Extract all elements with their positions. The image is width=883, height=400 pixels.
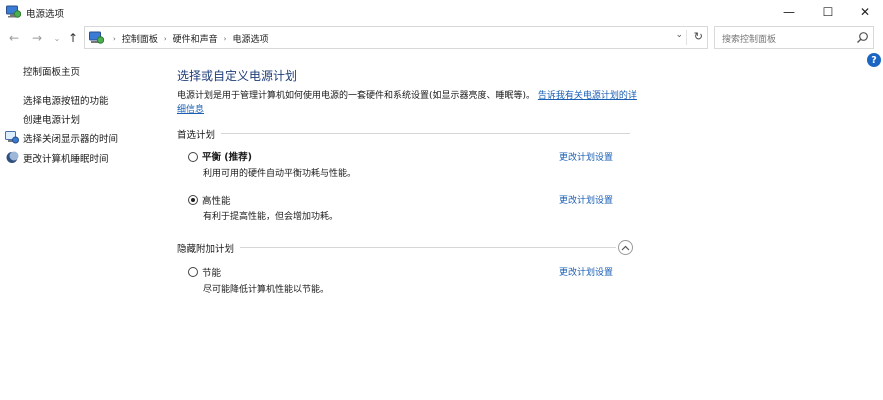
preferred-plans-heading: 首选计划 [177, 130, 216, 141]
help-icon[interactable]: ? [867, 53, 881, 67]
address-dropdown-icon[interactable]: ⌄ [675, 30, 683, 40]
plan-radio-balanced[interactable] [188, 152, 198, 162]
breadcrumb-power-options[interactable]: 电源选项 [232, 32, 268, 45]
refresh-icon[interactable]: ↻ [694, 30, 703, 43]
change-plan-settings-high-performance[interactable]: 更改计划设置 [559, 193, 613, 206]
page-description: 电源计划是用于管理计算机如何使用电源的一套硬件和系统设置(如显示器亮度、睡眠等)… [177, 89, 637, 117]
breadcrumb-separator: › [113, 34, 116, 43]
address-bar: ← → ⌄ ↑ › 控制面板 › 硬件和声音 › 电源选项 ⌄ ↻ 搜索控制面板 [0, 26, 883, 50]
page-title: 选择或自定义电源计划 [177, 69, 298, 83]
moon-icon [6, 151, 19, 163]
window-title: 电源选项 [26, 9, 65, 20]
power-options-icon [6, 5, 21, 18]
search-placeholder: 搜索控制面板 [722, 35, 777, 45]
sidebar-item-display-off[interactable]: 选择关闭显示器的时间 [23, 131, 118, 145]
chevron-up-icon [621, 245, 630, 250]
address-box[interactable]: › 控制面板 › 硬件和声音 › 电源选项 ⌄ ↻ [84, 26, 708, 49]
plan-name-power-saver[interactable]: 节能 [202, 265, 221, 279]
collapse-hidden-plans-button[interactable] [618, 240, 633, 255]
plan-name-high-performance[interactable]: 高性能 [202, 193, 231, 207]
plan-description-balanced: 利用可用的硬件自动平衡功耗与性能。 [203, 169, 357, 179]
sidebar-home-link[interactable]: 控制面板主页 [23, 64, 80, 78]
monitor-icon [5, 131, 19, 144]
plan-name-balanced[interactable]: 平衡 (推荐) [202, 149, 252, 163]
plan-description-power-saver: 尽可能降低计算机性能以节能。 [203, 285, 330, 295]
close-button[interactable]: ✕ [846, 0, 883, 24]
sidebar-item-power-button[interactable]: 选择电源按钮的功能 [23, 93, 109, 107]
search-input[interactable]: 搜索控制面板 [714, 26, 874, 49]
breadcrumb-hardware-sound[interactable]: 硬件和声音 [173, 32, 218, 45]
back-button[interactable]: ← [5, 28, 23, 48]
address-divider [686, 30, 687, 45]
forward-button[interactable]: → [28, 28, 46, 48]
section-divider [240, 247, 616, 248]
breadcrumb-control-panel[interactable]: 控制面板 [122, 32, 158, 45]
breadcrumb-separator: › [223, 34, 227, 43]
section-divider [221, 133, 630, 134]
change-plan-settings-power-saver[interactable]: 更改计划设置 [559, 265, 613, 278]
breadcrumb-separator: › [163, 34, 167, 43]
change-plan-settings-balanced[interactable]: 更改计划设置 [559, 150, 613, 163]
title-bar: 电源选项 — ☐ ✕ [0, 0, 883, 24]
sidebar-item-create-plan[interactable]: 创建电源计划 [23, 112, 80, 126]
breadcrumb: › 控制面板 › 硬件和声音 › 电源选项 [107, 32, 268, 46]
hidden-plans-heading: 隐藏附加计划 [177, 244, 235, 255]
plan-radio-high-performance[interactable] [188, 195, 198, 205]
sidebar-item-sleep-time[interactable]: 更改计算机睡眠时间 [23, 151, 109, 165]
plan-description-high-performance: 有利于提高性能，但会增加功耗。 [203, 212, 339, 222]
description-text: 电源计划是用于管理计算机如何使用电源的一套硬件和系统设置(如显示器亮度、睡眠等)… [177, 91, 536, 101]
search-icon[interactable] [856, 31, 869, 44]
minimize-button[interactable]: — [770, 0, 808, 24]
plan-radio-power-saver[interactable] [188, 267, 198, 277]
control-panel-icon [89, 31, 104, 44]
up-button[interactable]: ↑ [64, 28, 82, 48]
maximize-button[interactable]: ☐ [809, 0, 847, 24]
